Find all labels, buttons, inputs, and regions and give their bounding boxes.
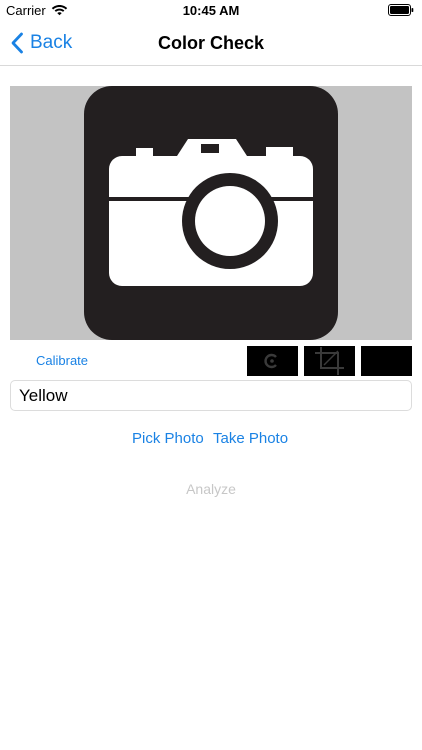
photo-image-view: [10, 86, 412, 340]
rotate-icon: [264, 353, 277, 369]
pick-photo-button[interactable]: Pick Photo: [132, 430, 204, 447]
camera-icon: [84, 86, 338, 340]
calibrate-button[interactable]: Calibrate: [36, 353, 88, 368]
screen: Carrier 10:45 AM Back Color Check Calibr…: [0, 0, 422, 750]
crop-icon: [315, 347, 344, 375]
page-title: Color Check: [157, 33, 265, 53]
tool-button[interactable]: [361, 346, 412, 376]
color-name-field[interactable]: [10, 380, 412, 411]
status-bar: Carrier 10:45 AM: [0, 0, 422, 22]
rotate-button[interactable]: [247, 346, 298, 376]
status-time: 10:45 AM: [182, 3, 240, 18]
analyze-button[interactable]: Analyze: [0, 481, 422, 497]
crop-button[interactable]: [304, 346, 355, 376]
take-photo-button[interactable]: Take Photo: [213, 430, 288, 447]
navigation-bar: Back Color Check: [0, 22, 422, 66]
battery-full-icon: [388, 4, 414, 16]
